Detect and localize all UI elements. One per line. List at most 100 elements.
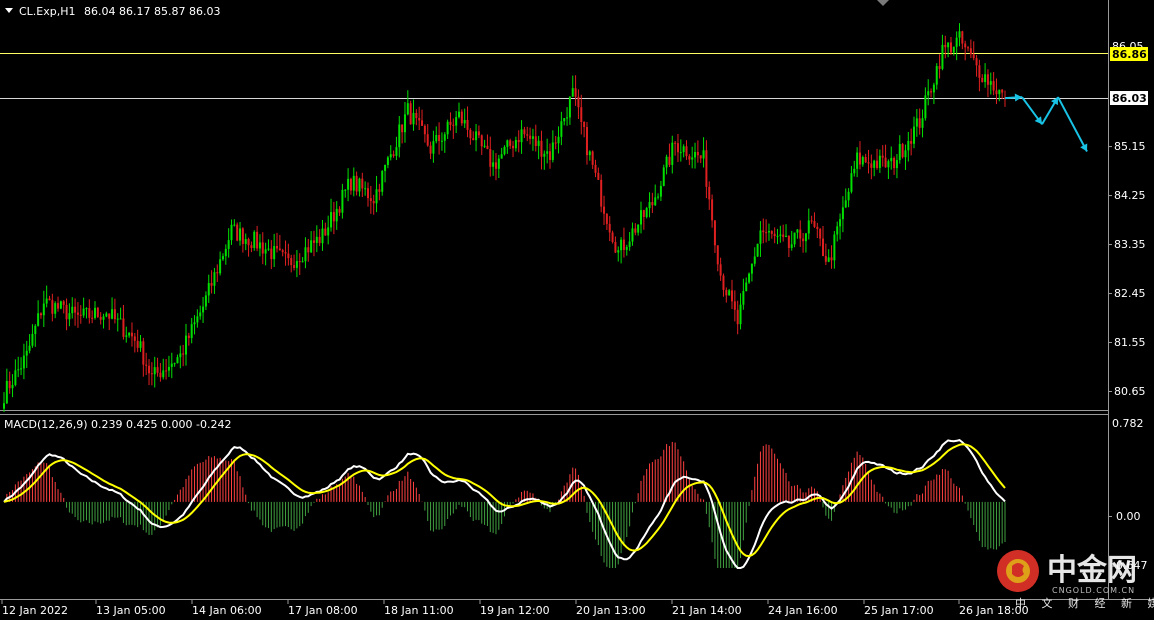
candle-body bbox=[580, 107, 583, 122]
candle-body bbox=[813, 221, 816, 227]
candle-body bbox=[549, 151, 551, 160]
candle-body bbox=[96, 307, 99, 317]
candle-body bbox=[278, 248, 281, 251]
candle-body bbox=[830, 257, 833, 261]
candle-body bbox=[458, 111, 460, 118]
candle-body bbox=[577, 96, 580, 108]
candle-body bbox=[526, 134, 529, 136]
candle-body bbox=[568, 96, 571, 118]
candle-body bbox=[728, 290, 731, 296]
candle-body bbox=[949, 42, 952, 53]
candle-body bbox=[941, 44, 944, 69]
candle-body bbox=[74, 306, 77, 313]
candle-body bbox=[386, 157, 389, 165]
candle-body bbox=[551, 142, 554, 160]
candle-body bbox=[261, 242, 264, 254]
candle-body bbox=[924, 95, 927, 119]
candle-body bbox=[674, 142, 677, 144]
time-label: 18 Jan 11:00 bbox=[384, 604, 454, 617]
candle-body bbox=[79, 314, 82, 316]
candle-body bbox=[307, 247, 310, 253]
candle-body bbox=[981, 77, 984, 83]
time-label: 19 Jan 12:00 bbox=[480, 604, 550, 617]
candle-body bbox=[298, 261, 301, 263]
watermark-name: 中金网 bbox=[1047, 553, 1137, 588]
candle-body bbox=[858, 152, 861, 165]
candle-body bbox=[290, 258, 293, 266]
candle-body bbox=[412, 112, 415, 125]
price-tick-label: 82.45 bbox=[1114, 287, 1146, 300]
candle-body bbox=[770, 231, 773, 234]
candle-body bbox=[221, 256, 224, 260]
candle-body bbox=[782, 234, 785, 237]
candle-body bbox=[725, 289, 728, 296]
candle-body bbox=[964, 43, 967, 48]
candle-body bbox=[719, 264, 722, 276]
candle-body bbox=[523, 129, 526, 135]
candle-body bbox=[574, 88, 577, 97]
candle-body bbox=[65, 304, 68, 320]
candle-body bbox=[39, 313, 42, 316]
candle-body bbox=[986, 74, 989, 85]
candle-body bbox=[162, 370, 165, 378]
candle-body bbox=[42, 303, 45, 316]
candle-body bbox=[338, 208, 341, 213]
watermark: 中金网 CNGOLD.COM.CN 中 文 财 经 新 媒 体 bbox=[997, 550, 1154, 610]
candle-body bbox=[793, 232, 796, 245]
candle-body bbox=[614, 241, 617, 253]
candle-body bbox=[264, 249, 267, 254]
candle-body bbox=[881, 155, 884, 158]
candle-body bbox=[671, 142, 674, 165]
candle-body bbox=[395, 147, 398, 156]
candle-body bbox=[748, 273, 751, 283]
candle-body bbox=[773, 233, 776, 237]
candle-body bbox=[762, 230, 765, 233]
candle-body bbox=[315, 236, 318, 243]
candle-body bbox=[901, 144, 904, 158]
candle-body bbox=[156, 367, 159, 373]
candle-body bbox=[785, 235, 788, 237]
candle-body bbox=[944, 44, 947, 48]
candle-body bbox=[355, 175, 358, 192]
candle-body bbox=[776, 235, 779, 237]
candle-body bbox=[992, 81, 995, 91]
candle-body bbox=[17, 369, 20, 371]
watermark-domain: CNGOLD.COM.CN bbox=[1052, 586, 1135, 595]
candle-body bbox=[967, 47, 970, 49]
candle-body bbox=[876, 160, 879, 168]
ohlc-values: 86.04 86.17 85.87 86.03 bbox=[84, 5, 220, 18]
candle-body bbox=[597, 172, 600, 180]
candle-body bbox=[349, 178, 352, 191]
candle-body bbox=[691, 157, 694, 160]
candle-body bbox=[11, 384, 14, 389]
candle-body bbox=[804, 233, 807, 242]
candle-body bbox=[20, 368, 23, 370]
candle-body bbox=[330, 212, 333, 228]
time-label: 17 Jan 08:00 bbox=[288, 604, 358, 617]
candle-body bbox=[688, 156, 691, 160]
candle-body bbox=[159, 372, 162, 378]
candle-body bbox=[51, 300, 54, 314]
candle-body bbox=[347, 178, 350, 190]
candle-body bbox=[241, 228, 244, 244]
candle-body bbox=[537, 140, 540, 146]
candle-body bbox=[915, 118, 918, 127]
candle-body bbox=[807, 220, 810, 234]
candle-body bbox=[480, 135, 483, 147]
candle-body bbox=[139, 341, 142, 348]
price-tick-label: 83.35 bbox=[1114, 238, 1146, 251]
candle-body bbox=[5, 380, 8, 404]
candle-body bbox=[645, 208, 648, 217]
candle-body bbox=[904, 150, 907, 158]
candle-body bbox=[364, 188, 367, 190]
candle-body bbox=[759, 230, 762, 244]
candle-body bbox=[765, 232, 768, 234]
candle-body bbox=[267, 248, 270, 250]
candle-body bbox=[378, 189, 381, 192]
candle-body bbox=[148, 365, 151, 374]
candle-body bbox=[233, 224, 236, 226]
candle-body bbox=[381, 170, 384, 192]
candle-body bbox=[978, 65, 981, 78]
candle-body bbox=[557, 136, 560, 144]
price-chart[interactable]: CL.Exp,H1 86.04 86.17 85.87 86.03 MACD(1… bbox=[0, 0, 1154, 620]
